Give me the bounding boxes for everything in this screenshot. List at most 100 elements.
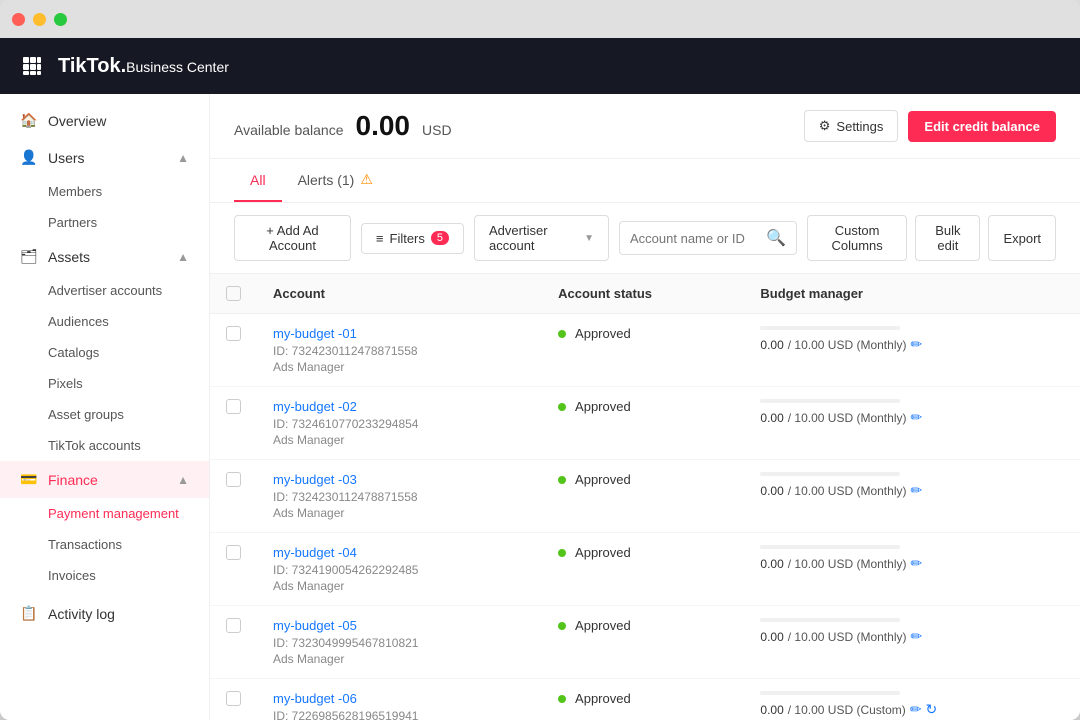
sidebar-item-users[interactable]: 👤 Users ▲ xyxy=(0,139,209,176)
tab-all[interactable]: All xyxy=(234,160,282,202)
sidebar-sub-payment-management[interactable]: Payment management xyxy=(0,498,209,529)
app-window: TikTok.Business Center 🏠 Overview 👤 User… xyxy=(0,0,1080,720)
row-checkbox[interactable] xyxy=(226,399,241,414)
balance-actions: ⚙ Settings Edit credit balance xyxy=(804,110,1056,142)
budget-text: 0.00 / 10.00 USD (Monthly) ✏ xyxy=(760,409,1064,426)
budget-edit-icon[interactable]: ✏ xyxy=(910,628,922,645)
budget-bar-wrap xyxy=(760,326,1064,330)
sidebar-item-finance[interactable]: 💳 Finance ▲ xyxy=(0,461,209,498)
budget-bar-bg xyxy=(760,691,900,695)
status-text: Approved xyxy=(575,399,631,414)
settings-button[interactable]: ⚙ Settings xyxy=(804,110,899,142)
budget-header: Budget manager xyxy=(744,274,1080,314)
home-icon: 🏠 xyxy=(20,112,38,129)
close-button[interactable] xyxy=(12,13,25,26)
edit-credit-button[interactable]: Edit credit balance xyxy=(908,111,1056,142)
filter-button[interactable]: ≡ Filters 5 xyxy=(361,223,464,254)
row-checkbox[interactable] xyxy=(226,691,241,706)
status-dot xyxy=(558,476,566,484)
budget-used: 0.00 xyxy=(760,411,783,425)
account-type: Ads Manager xyxy=(273,652,526,666)
custom-columns-button[interactable]: Custom Columns xyxy=(807,215,907,261)
search-input[interactable] xyxy=(630,231,760,246)
balance-currency: USD xyxy=(422,122,452,138)
account-name[interactable]: my-budget -03 xyxy=(273,472,526,487)
add-ad-account-button[interactable]: + Add Ad Account xyxy=(234,215,351,261)
balance-bar: Available balance 0.00 USD ⚙ Settings Ed… xyxy=(210,94,1080,159)
budget-bar-wrap xyxy=(760,545,1064,549)
budget-text: 0.00 / 10.00 USD (Monthly) ✏ xyxy=(760,628,1064,645)
sidebar-sub-catalogs[interactable]: Catalogs xyxy=(0,337,209,368)
toolbar-right: Custom Columns Bulk edit Export xyxy=(807,215,1056,261)
sidebar-sub-asset-groups[interactable]: Asset groups xyxy=(0,399,209,430)
account-header: Account xyxy=(257,274,542,314)
budget-cell: 0.00 / 10.00 USD (Monthly) ✏ xyxy=(744,606,1080,679)
row-checkbox[interactable] xyxy=(226,618,241,633)
budget-refresh-icon[interactable]: ↻ xyxy=(926,701,938,718)
row-checkbox[interactable] xyxy=(226,472,241,487)
logo-text: TikTok.Business Center xyxy=(58,55,229,78)
budget-edit-icon[interactable]: ✏ xyxy=(910,336,922,353)
budget-bar-bg xyxy=(760,618,900,622)
advertiser-account-dropdown[interactable]: Advertiser account ▼ xyxy=(474,215,609,261)
maximize-button[interactable] xyxy=(54,13,67,26)
budget-cell: 0.00 / 10.00 USD (Monthly) ✏ xyxy=(744,460,1080,533)
select-all-checkbox[interactable] xyxy=(226,286,241,301)
row-checkbox-cell xyxy=(210,314,257,387)
budget-separator: / 10.00 USD (Monthly) xyxy=(788,557,907,571)
account-cell: my-budget -04 ID: 7324190054262292485 Ad… xyxy=(257,533,542,606)
budget-text: 0.00 / 10.00 USD (Monthly) ✏ xyxy=(760,336,1064,353)
row-checkbox[interactable] xyxy=(226,326,241,341)
row-checkbox-cell xyxy=(210,460,257,533)
bulk-edit-button[interactable]: Bulk edit xyxy=(915,215,980,261)
sidebar-sub-advertiser-accounts[interactable]: Advertiser accounts xyxy=(0,275,209,306)
budget-bar-bg xyxy=(760,399,900,403)
sidebar-sub-invoices[interactable]: Invoices xyxy=(0,560,209,591)
budget-cell: 0.00 / 10.00 USD (Custom) ✏ ↻ xyxy=(744,679,1080,720)
sidebar-sub-members[interactable]: Members xyxy=(0,176,209,207)
budget-edit-icon[interactable]: ✏ xyxy=(910,555,922,572)
budget-edit-icon[interactable]: ✏ xyxy=(910,482,922,499)
status-dot xyxy=(558,330,566,338)
tab-alerts[interactable]: Alerts (1) ⚠ xyxy=(282,159,389,202)
account-name[interactable]: my-budget -04 xyxy=(273,545,526,560)
sidebar-sub-audiences[interactable]: Audiences xyxy=(0,306,209,337)
account-cell: my-budget -03 ID: 7324230112478871558 Ad… xyxy=(257,460,542,533)
sidebar-item-activity-log[interactable]: 📋 Activity log xyxy=(0,595,209,632)
row-checkbox-cell xyxy=(210,533,257,606)
budget-edit-icon[interactable]: ✏ xyxy=(910,701,922,718)
chevron-up-icon-finance: ▲ xyxy=(177,473,189,487)
sidebar-sub-tiktok-accounts[interactable]: TikTok accounts xyxy=(0,430,209,461)
budget-bar-bg xyxy=(760,472,900,476)
sidebar-item-assets[interactable]: 🗂 Assets ▲ xyxy=(0,238,209,275)
export-button[interactable]: Export xyxy=(988,215,1056,261)
account-name[interactable]: my-budget -05 xyxy=(273,618,526,633)
account-type: Ads Manager xyxy=(273,360,526,374)
sidebar-sub-partners[interactable]: Partners xyxy=(0,207,209,238)
budget-edit-icon[interactable]: ✏ xyxy=(910,409,922,426)
budget-cell: 0.00 / 10.00 USD (Monthly) ✏ xyxy=(744,533,1080,606)
budget-separator: / 10.00 USD (Monthly) xyxy=(788,484,907,498)
sidebar-sub-transactions[interactable]: Transactions xyxy=(0,529,209,560)
account-name[interactable]: my-budget -06 xyxy=(273,691,526,706)
account-id: ID: 7226985628196519941 xyxy=(273,709,526,720)
budget-cell: 0.00 / 10.00 USD (Monthly) ✏ xyxy=(744,387,1080,460)
sidebar-item-overview[interactable]: 🏠 Overview xyxy=(0,102,209,139)
minimize-button[interactable] xyxy=(33,13,46,26)
main-layout: 🏠 Overview 👤 Users ▲ Members Partners 🗂 … xyxy=(0,94,1080,720)
status-text: Approved xyxy=(575,691,631,706)
table-row: my-budget -06 ID: 7226985628196519941 Ad… xyxy=(210,679,1080,720)
row-checkbox[interactable] xyxy=(226,545,241,560)
account-name[interactable]: my-budget -01 xyxy=(273,326,526,341)
settings-icon: ⚙ xyxy=(819,118,831,134)
budget-separator: / 10.00 USD (Custom) xyxy=(788,703,906,717)
alert-triangle-icon: ⚠ xyxy=(360,171,373,188)
table-row: my-budget -05 ID: 7323049995467810821 Ad… xyxy=(210,606,1080,679)
grid-icon[interactable] xyxy=(16,50,48,82)
status-cell: Approved xyxy=(542,533,744,606)
status-dot xyxy=(558,549,566,557)
finance-icon: 💳 xyxy=(20,471,38,488)
account-name[interactable]: my-budget -02 xyxy=(273,399,526,414)
logo-sub: Business Center xyxy=(126,59,229,75)
sidebar-sub-pixels[interactable]: Pixels xyxy=(0,368,209,399)
